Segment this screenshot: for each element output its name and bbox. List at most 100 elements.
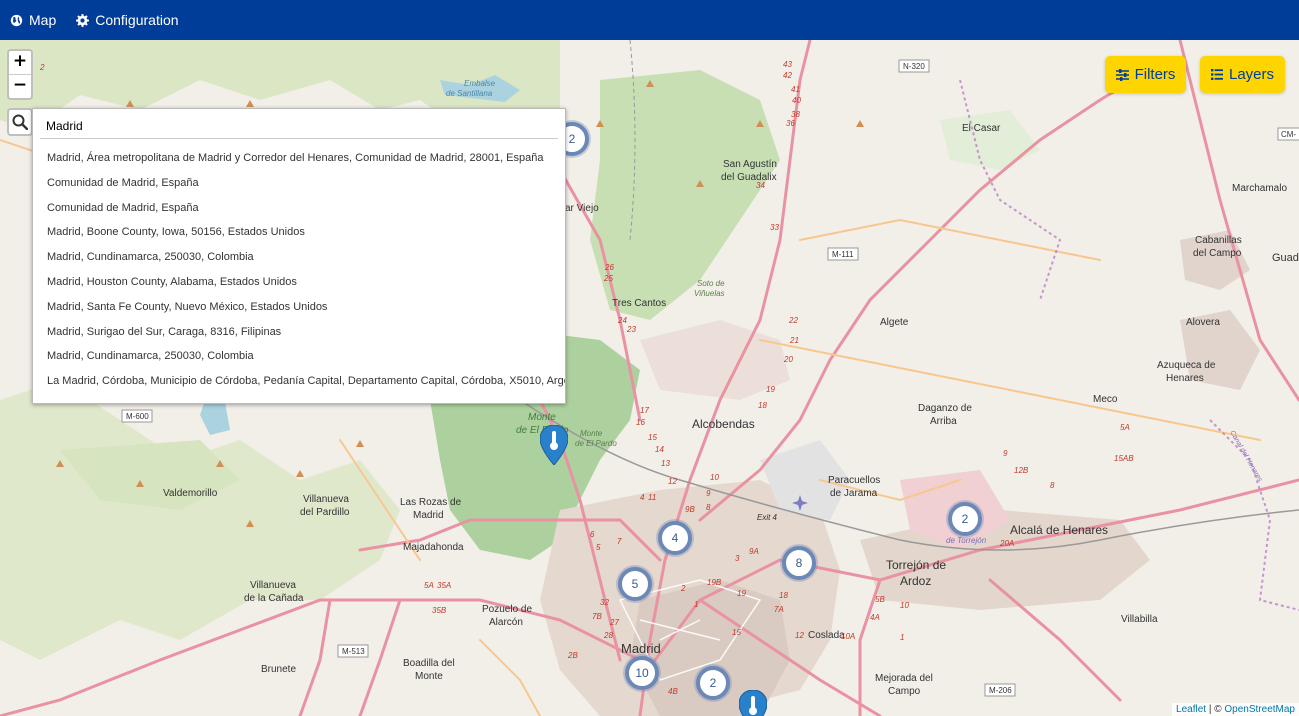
label-soto-1: Soto de: [697, 279, 725, 288]
road-number-label: 6: [590, 530, 595, 539]
label-exit: Exit 4: [757, 513, 778, 522]
label-san-agustin-2: del Guadalix: [721, 172, 777, 183]
road-number-label: 14: [655, 445, 664, 454]
road-number-label: 15: [732, 628, 741, 637]
layers-button[interactable]: Layers: [1200, 56, 1285, 93]
shield-cm: CM-: [1281, 130, 1296, 139]
label-cabanillas-2: del Campo: [1193, 248, 1242, 259]
road-number-label: 17: [640, 406, 649, 415]
label-meco: Meco: [1093, 394, 1118, 405]
label-torrejon-1: Torrejón de: [886, 558, 946, 572]
search-result-item[interactable]: Comunidad de Madrid, España: [33, 196, 565, 221]
globe-icon: [10, 14, 23, 26]
marker-cluster[interactable]: 8: [782, 546, 816, 580]
label-pozuelo-1: Pozuelo de: [482, 604, 532, 615]
road-number-label: 9: [1003, 449, 1008, 458]
shield-m600: M-600: [126, 412, 149, 421]
label-monte-b1: Monte: [580, 429, 603, 438]
map-canvas[interactable]: El Casar San Agustín del Guadalix Marcha…: [0, 40, 1299, 716]
road-number-label: 5: [596, 543, 601, 552]
nav-config-label: Configuration: [95, 12, 179, 28]
road-number-label: 26: [604, 263, 614, 272]
road-number-label: 12B: [1014, 466, 1029, 475]
search-button[interactable]: [7, 108, 33, 136]
road-number-label: 9A: [749, 547, 759, 556]
road-number-label: 5B: [875, 595, 885, 604]
road-number-label: 35B: [432, 606, 447, 615]
label-monte-1: Monte: [528, 412, 556, 423]
label-villanueva-pardillo-1: Villanueva: [303, 494, 349, 505]
label-pozuelo-2: Alarcón: [489, 617, 523, 628]
road-number-label: 38: [791, 110, 800, 119]
map-attribution: Leaflet | © OpenStreetMap: [1172, 703, 1299, 716]
search-result-item[interactable]: Madrid, Houston County, Alabama, Estados…: [33, 270, 565, 295]
label-alovera: Alovera: [1186, 317, 1220, 328]
road-number-label: 40: [792, 96, 801, 105]
label-majadahonda: Majadahonda: [403, 542, 464, 553]
zoom-in-button[interactable]: +: [9, 51, 31, 74]
label-torrejon-b: de Torrejón: [946, 536, 987, 545]
road-number-label: 10A: [841, 632, 855, 641]
marker-cluster[interactable]: 10: [625, 656, 659, 690]
road-number-label: 35A: [437, 581, 451, 590]
layers-label: Layers: [1228, 66, 1275, 83]
filters-button[interactable]: Filters: [1105, 56, 1186, 93]
label-paracuellos-1: Paracuellos: [828, 475, 880, 486]
search-result-item[interactable]: Madrid, Boone County, Iowa, 50156, Estad…: [33, 220, 565, 245]
search-result-item[interactable]: Madrid, Cundinamarca, 250030, Colombia: [33, 344, 565, 369]
marker-cluster[interactable]: 2: [696, 666, 730, 700]
label-algete: Algete: [880, 317, 909, 328]
search-result-item[interactable]: Madrid, Surigao del Sur, Caraga, 8316, F…: [33, 320, 565, 345]
top-navbar: Map Configuration: [0, 0, 1299, 40]
nav-configuration[interactable]: Configuration: [76, 12, 179, 28]
road-number-label: 32: [600, 598, 609, 607]
search-result-item[interactable]: La Madrid, Córdoba, Municipio de Córdoba…: [33, 369, 565, 394]
label-azuqueca-2: Henares: [1166, 373, 1204, 384]
road-number-label: 23: [626, 325, 636, 334]
road-number-label: 4: [640, 493, 645, 502]
shield-n320: N-320: [903, 62, 925, 71]
label-marchamalo: Marchamalo: [1232, 183, 1287, 194]
road-number-label: 34: [756, 181, 765, 190]
search-icon: [12, 114, 28, 130]
search-input[interactable]: [40, 113, 558, 139]
label-madrid: Madrid: [621, 641, 661, 656]
label-monte-b2: de El Pardo: [575, 439, 617, 448]
road-number-label: 4B: [668, 687, 678, 696]
road-number-label: 10: [710, 473, 719, 482]
attribution-sep: | ©: [1206, 704, 1225, 715]
road-number-label: 8: [1050, 481, 1055, 490]
road-number-label: 2: [39, 63, 45, 72]
thermometer-marker-icon[interactable]: [540, 425, 568, 465]
nav-map[interactable]: Map: [10, 12, 56, 28]
road-number-label: 25: [603, 274, 613, 283]
marker-cluster[interactable]: 5: [618, 567, 652, 601]
label-villanueva-canada-2: de la Cañada: [244, 593, 304, 604]
label-daganzo-1: Daganzo de: [918, 403, 972, 414]
label-alcala: Alcalá de Henares: [1010, 523, 1108, 537]
thermometer-marker-icon[interactable]: [739, 690, 767, 716]
label-el-casar: El Casar: [962, 123, 1001, 134]
label-valdemorillo: Valdemorillo: [163, 488, 218, 499]
road-number-label: 1: [694, 600, 698, 609]
label-mejorada-2: Campo: [888, 686, 921, 697]
label-brunete: Brunete: [261, 664, 296, 675]
search-result-item[interactable]: Madrid, Santa Fe County, Nuevo México, E…: [33, 295, 565, 320]
road-number-label: 7B: [592, 612, 602, 621]
label-san-agustin-1: San Agustín: [723, 159, 777, 170]
search-result-item[interactable]: Madrid, Cundinamarca, 250030, Colombia: [33, 245, 565, 270]
road-number-label: 12: [795, 631, 804, 640]
search-result-item[interactable]: Comunidad de Madrid, España: [33, 171, 565, 196]
leaflet-link[interactable]: Leaflet: [1176, 704, 1206, 715]
shield-m111: M-111: [832, 250, 854, 259]
search-result-item[interactable]: Madrid, Área metropolitana de Madrid y C…: [33, 146, 565, 171]
marker-cluster[interactable]: 2: [948, 502, 982, 536]
road-number-label: 27: [609, 618, 619, 627]
label-las-rozas-2: Madrid: [413, 510, 444, 521]
osm-link[interactable]: OpenStreetMap: [1224, 704, 1295, 715]
shield-m513: M-513: [342, 647, 365, 656]
marker-cluster[interactable]: 4: [658, 521, 692, 555]
gear-icon: [76, 13, 90, 27]
zoom-out-button[interactable]: −: [9, 74, 31, 98]
road-number-label: 12: [668, 477, 677, 486]
